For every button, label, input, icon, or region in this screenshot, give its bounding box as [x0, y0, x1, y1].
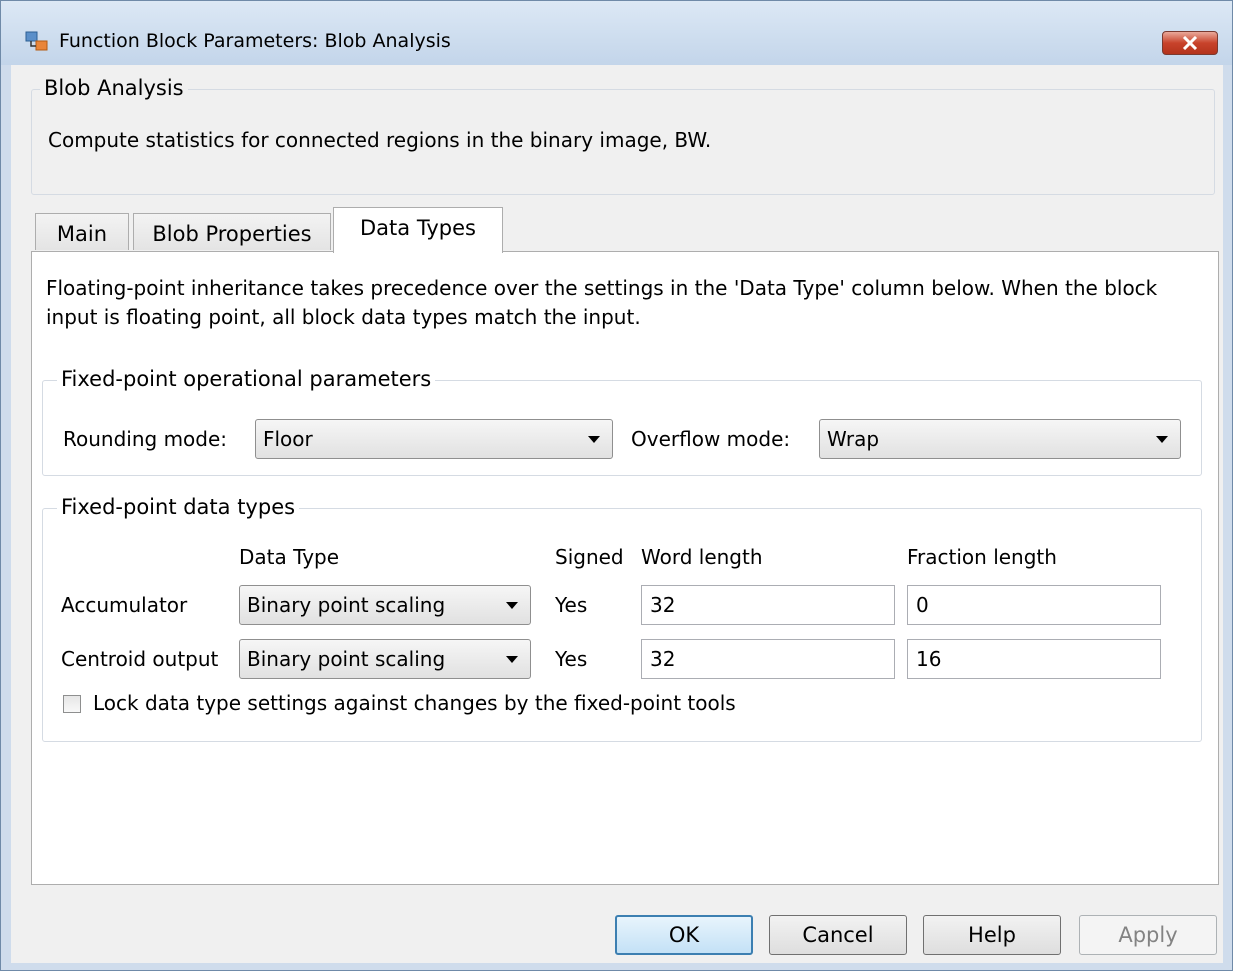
rounding-mode-label: Rounding mode:: [63, 427, 228, 451]
rounding-mode-select[interactable]: Floor: [255, 419, 613, 459]
tab-main[interactable]: Main: [35, 213, 129, 250]
header-signed: Signed: [555, 545, 624, 569]
fixed-point-data-types-title: Fixed-point data types: [57, 495, 300, 519]
accumulator-signed: Yes: [555, 593, 588, 617]
help-button[interactable]: Help: [923, 915, 1061, 955]
tab-data-types[interactable]: Data Types: [333, 207, 503, 253]
inheritance-note: Floating-point inheritance takes precede…: [46, 276, 1158, 329]
description-group-title: Blob Analysis: [40, 76, 188, 100]
row-name-accumulator: Accumulator: [61, 593, 188, 617]
title-bar[interactable]: Function Block Parameters: Blob Analysis: [1, 1, 1232, 65]
cancel-button[interactable]: Cancel: [769, 915, 907, 955]
operational-parameters-title: Fixed-point operational parameters: [57, 367, 436, 391]
chevron-down-icon: [506, 656, 518, 663]
centroid-output-fraction-length-input[interactable]: 16: [907, 639, 1161, 679]
apply-button[interactable]: Apply: [1079, 915, 1217, 955]
description-group: Blob Analysis Compute statistics for con…: [31, 76, 1215, 195]
fixed-point-data-types-group: Fixed-point data types Data Type Signed …: [42, 495, 1202, 742]
overflow-mode-value: Wrap: [827, 427, 880, 451]
close-button[interactable]: [1162, 31, 1218, 55]
ok-button[interactable]: OK: [615, 915, 753, 955]
simulink-block-icon: [25, 31, 48, 51]
data-types-panel: Floating-point inheritance takes precede…: [31, 251, 1219, 885]
lock-settings-checkbox[interactable]: [63, 695, 81, 713]
header-data-type: Data Type: [239, 545, 340, 569]
dialog-window: Function Block Parameters: Blob Analysis…: [0, 0, 1233, 971]
header-fraction-length: Fraction length: [907, 545, 1057, 569]
centroid-output-signed: Yes: [555, 647, 588, 671]
accumulator-word-length-input[interactable]: 32: [641, 585, 895, 625]
centroid-output-data-type-select[interactable]: Binary point scaling: [239, 639, 531, 679]
tab-blob-properties[interactable]: Blob Properties: [133, 213, 331, 250]
chevron-down-icon: [506, 602, 518, 609]
window-title: Function Block Parameters: Blob Analysis: [59, 30, 451, 52]
accumulator-fraction-length-input[interactable]: 0: [907, 585, 1161, 625]
row-name-centroid-output: Centroid output: [61, 647, 219, 671]
dialog-body: Blob Analysis Compute statistics for con…: [11, 65, 1223, 963]
overflow-mode-label: Overflow mode:: [631, 427, 791, 451]
centroid-output-data-type-value: Binary point scaling: [247, 647, 446, 671]
header-word-length: Word length: [641, 545, 763, 569]
lock-settings-label: Lock data type settings against changes …: [93, 691, 736, 715]
accumulator-data-type-value: Binary point scaling: [247, 593, 446, 617]
accumulator-data-type-select[interactable]: Binary point scaling: [239, 585, 531, 625]
operational-parameters-group: Fixed-point operational parameters Round…: [42, 367, 1202, 476]
overflow-mode-select[interactable]: Wrap: [819, 419, 1181, 459]
description-text: Compute statistics for connected regions…: [48, 128, 712, 152]
close-icon: [1182, 36, 1198, 50]
chevron-down-icon: [1156, 436, 1168, 443]
chevron-down-icon: [588, 436, 600, 443]
rounding-mode-value: Floor: [263, 427, 313, 451]
centroid-output-word-length-input[interactable]: 32: [641, 639, 895, 679]
